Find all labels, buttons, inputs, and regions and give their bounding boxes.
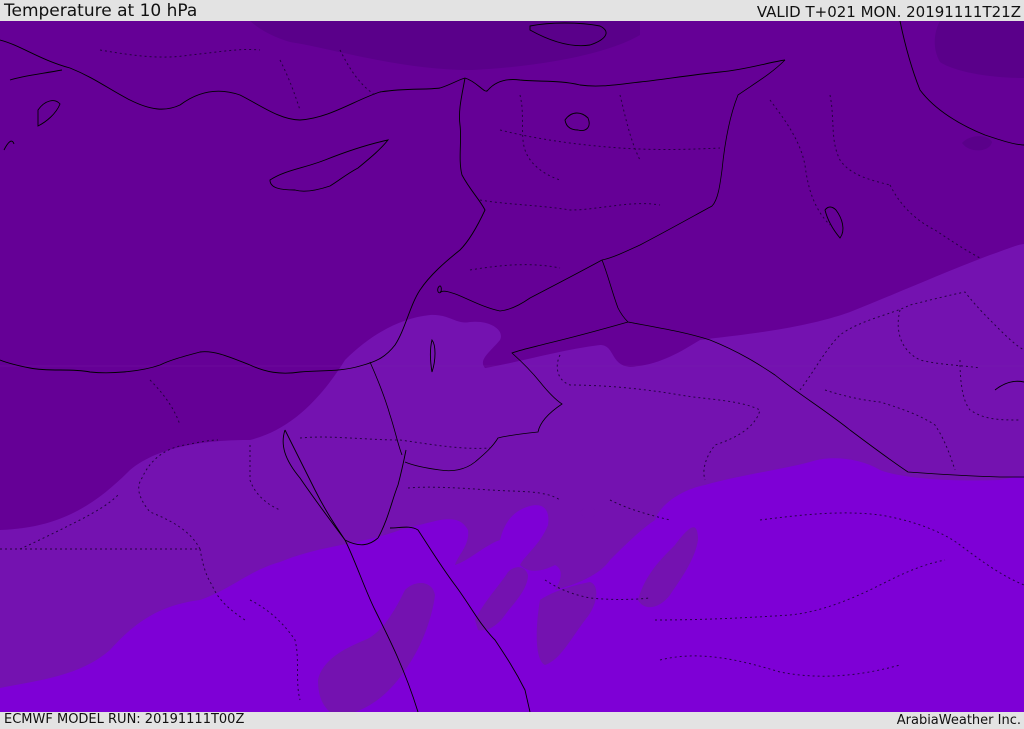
map-header: Temperature at 10 hPa VALID T+021 MON. 2… [0,0,1024,21]
map-canvas [0,21,1024,712]
valid-time-label: VALID T+021 MON. 20191111T21Z [756,3,1021,21]
temperature-map [0,21,1024,712]
map-footer: ECMWF MODEL RUN: 20191111T00Z ArabiaWeat… [0,712,1024,729]
map-title: Temperature at 10 hPa [4,1,198,21]
weather-map-page: Temperature at 10 hPa VALID T+021 MON. 2… [0,0,1024,729]
model-run-label: ECMWF MODEL RUN: 20191111T00Z [4,712,245,727]
credit-label: ArabiaWeather Inc. [896,713,1021,728]
